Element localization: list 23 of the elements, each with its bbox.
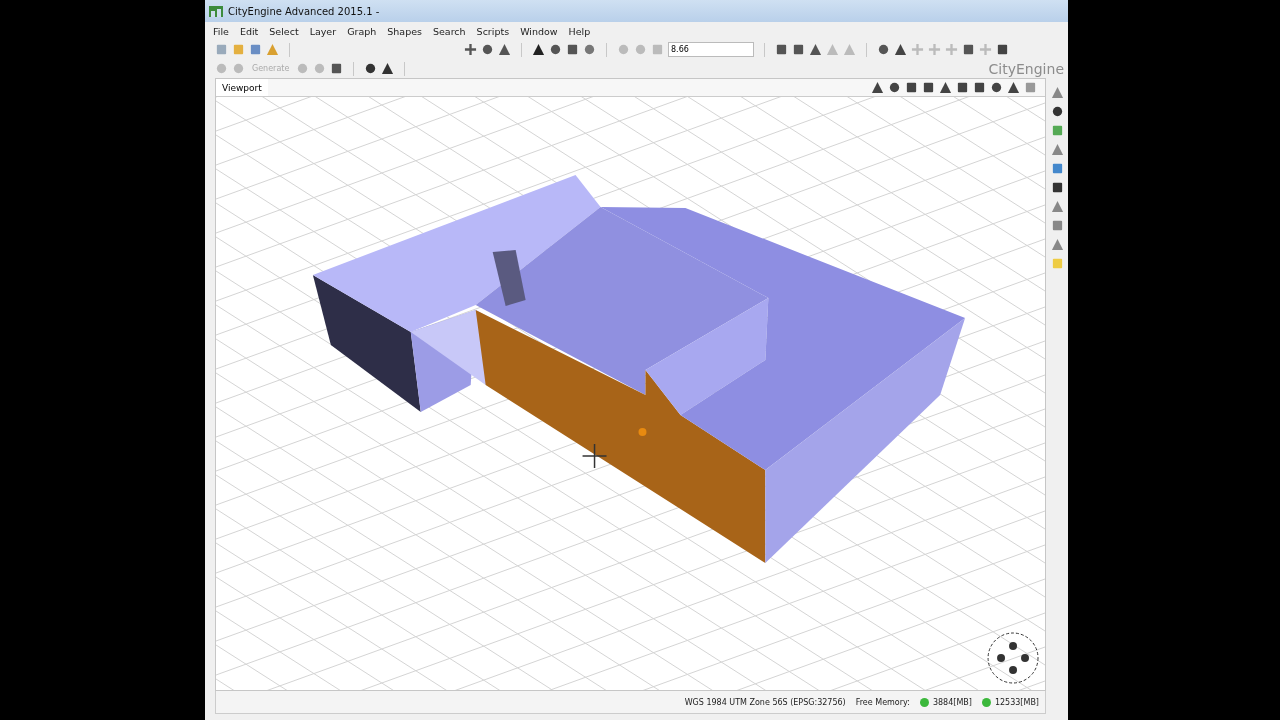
menu-item[interactable]: Graph: [347, 25, 377, 37]
coordinate-system: WGS 1984 UTM Zone 56S (EPSG:32756): [684, 697, 846, 707]
memory-indicator-icon: [981, 697, 991, 707]
menu-item[interactable]: Scripts: [476, 25, 510, 37]
memory-value: 12533[MB]: [994, 697, 1039, 707]
menu-item[interactable]: Search: [432, 25, 466, 37]
memory-label: Free Memory:: [855, 697, 910, 707]
window-title: CityEngine Advanced 2015.1 -: [228, 5, 380, 17]
logo: CityEngine: [988, 60, 1064, 77]
memory-indicator-icon: [919, 697, 929, 707]
zoom-field[interactable]: 8.66: [668, 42, 754, 57]
menu-item[interactable]: Layer: [309, 25, 337, 37]
menu-item[interactable]: Edit: [239, 25, 259, 37]
menu-item[interactable]: Shapes: [387, 25, 422, 37]
menu-item[interactable]: Select: [269, 25, 299, 37]
menu-item[interactable]: Help: [568, 25, 591, 37]
menu-item[interactable]: File: [213, 25, 229, 37]
cursor-icon: [581, 443, 608, 469]
app-icon: [209, 5, 223, 17]
compass-icon[interactable]: [987, 632, 1039, 684]
viewport-tab[interactable]: Viewport: [216, 79, 268, 96]
memory-value: 3884[MB]: [932, 697, 972, 707]
menu-item[interactable]: Window: [520, 25, 558, 37]
